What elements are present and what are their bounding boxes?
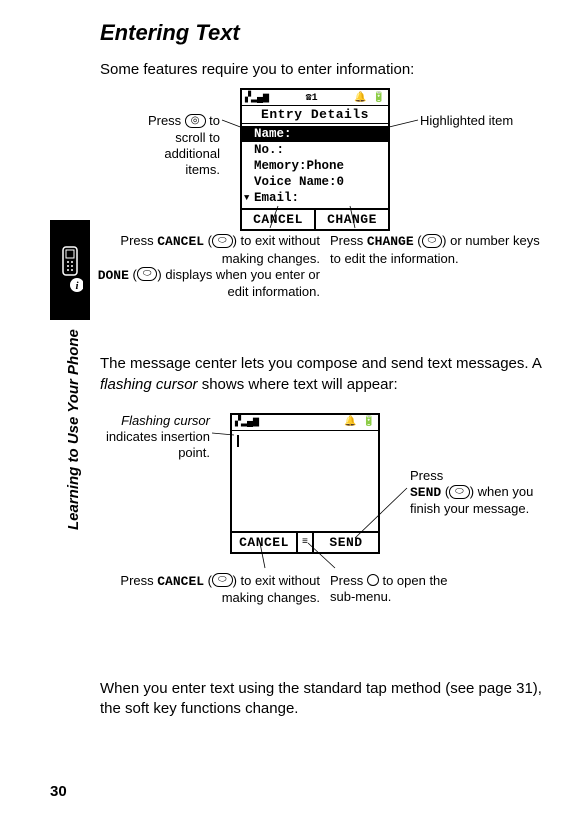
status-bar: ▞▂▄▆ 🔔 🔋 [232,415,378,431]
section-label: Learning to Use Your Phone [65,329,82,530]
phone-screen-1: ▞▂▄▆ ☎1 🔔 🔋 Entry Details ▲ Name: No.: M… [240,88,390,231]
softkey-change[interactable]: CHANGE [316,210,388,229]
signal-icon: ▞▂▄▆ [235,416,259,428]
screen-title: Entry Details [242,106,388,124]
list-item: Email: [254,190,384,206]
list-item: Name: [242,126,388,142]
page-number: 30 [50,783,67,800]
softkey-send[interactable]: SEND [314,533,378,552]
list-item: Memory:Phone [254,158,384,174]
status-bar: ▞▂▄▆ ☎1 🔔 🔋 [242,90,388,106]
side-tab-icon: i [50,220,90,320]
callout-cancel: Press CANCEL (⬭) to exit without making … [90,233,320,300]
softkey-cancel[interactable]: CANCEL [242,210,316,229]
softkey-icon: ⬭ [212,573,233,587]
softkey-icon: ⬭ [449,485,470,499]
page-heading: Entering Text [100,20,555,46]
intro-text: Some features require you to enter infor… [100,60,555,80]
callout-send: Press SEND (⬭) when you finish your mess… [410,468,545,518]
line-indicator: ☎1 [306,92,318,104]
battery-icon: 🔔 🔋 [354,92,385,104]
callout-submenu: Press to open thesub-menu. [330,573,510,606]
menu-key-icon [367,574,379,586]
callout-cancel2: Press CANCEL (⬭) to exit without making … [90,573,320,607]
figure-entry-details: ▞▂▄▆ ☎1 🔔 🔋 Entry Details ▲ Name: No.: M… [100,88,555,348]
menu-key[interactable]: ≡ [296,533,314,552]
menu-icon: ≡ [300,537,310,548]
outro-text: When you enter text using the standard t… [100,679,555,720]
battery-icon: 🔔 🔋 [344,416,375,428]
entry-list: ▲ Name: No.: Memory:Phone Voice Name:0 E… [242,124,388,208]
signal-icon: ▞▂▄▆ [245,92,269,104]
phone-screen-2: ▞▂▄▆ 🔔 🔋 CANCEL ≡ SEND [230,413,380,554]
softkey-icon: ⬭ [422,234,443,248]
mid-text: The message center lets you compose and … [100,354,555,395]
softkey-icon: ⬭ [137,267,158,281]
softkey-cancel[interactable]: CANCEL [232,533,296,552]
softkey-icon: ⬭ [212,234,233,248]
list-item: Voice Name:0 [254,174,384,190]
text-entry-area[interactable] [232,431,378,531]
scroll-down-icon: ▼ [244,190,249,206]
figure-message-entry: ▞▂▄▆ 🔔 🔋 CANCEL ≡ SEND Flashing cursor i… [100,403,555,673]
list-item: No.: [254,142,384,158]
callout-scroll: Press ◎ toscroll toadditionalitems. [90,113,220,178]
callout-change: Press CHANGE (⬭) or number keys to edit … [330,233,540,267]
text-cursor [237,435,239,447]
callout-cursor: Flashing cursor indicates insertion poin… [100,413,210,462]
scroll-up-icon: ▲ [244,126,249,142]
callout-highlighted: Highlighted item [420,113,530,129]
nav-key-icon: ◎ [185,114,206,128]
